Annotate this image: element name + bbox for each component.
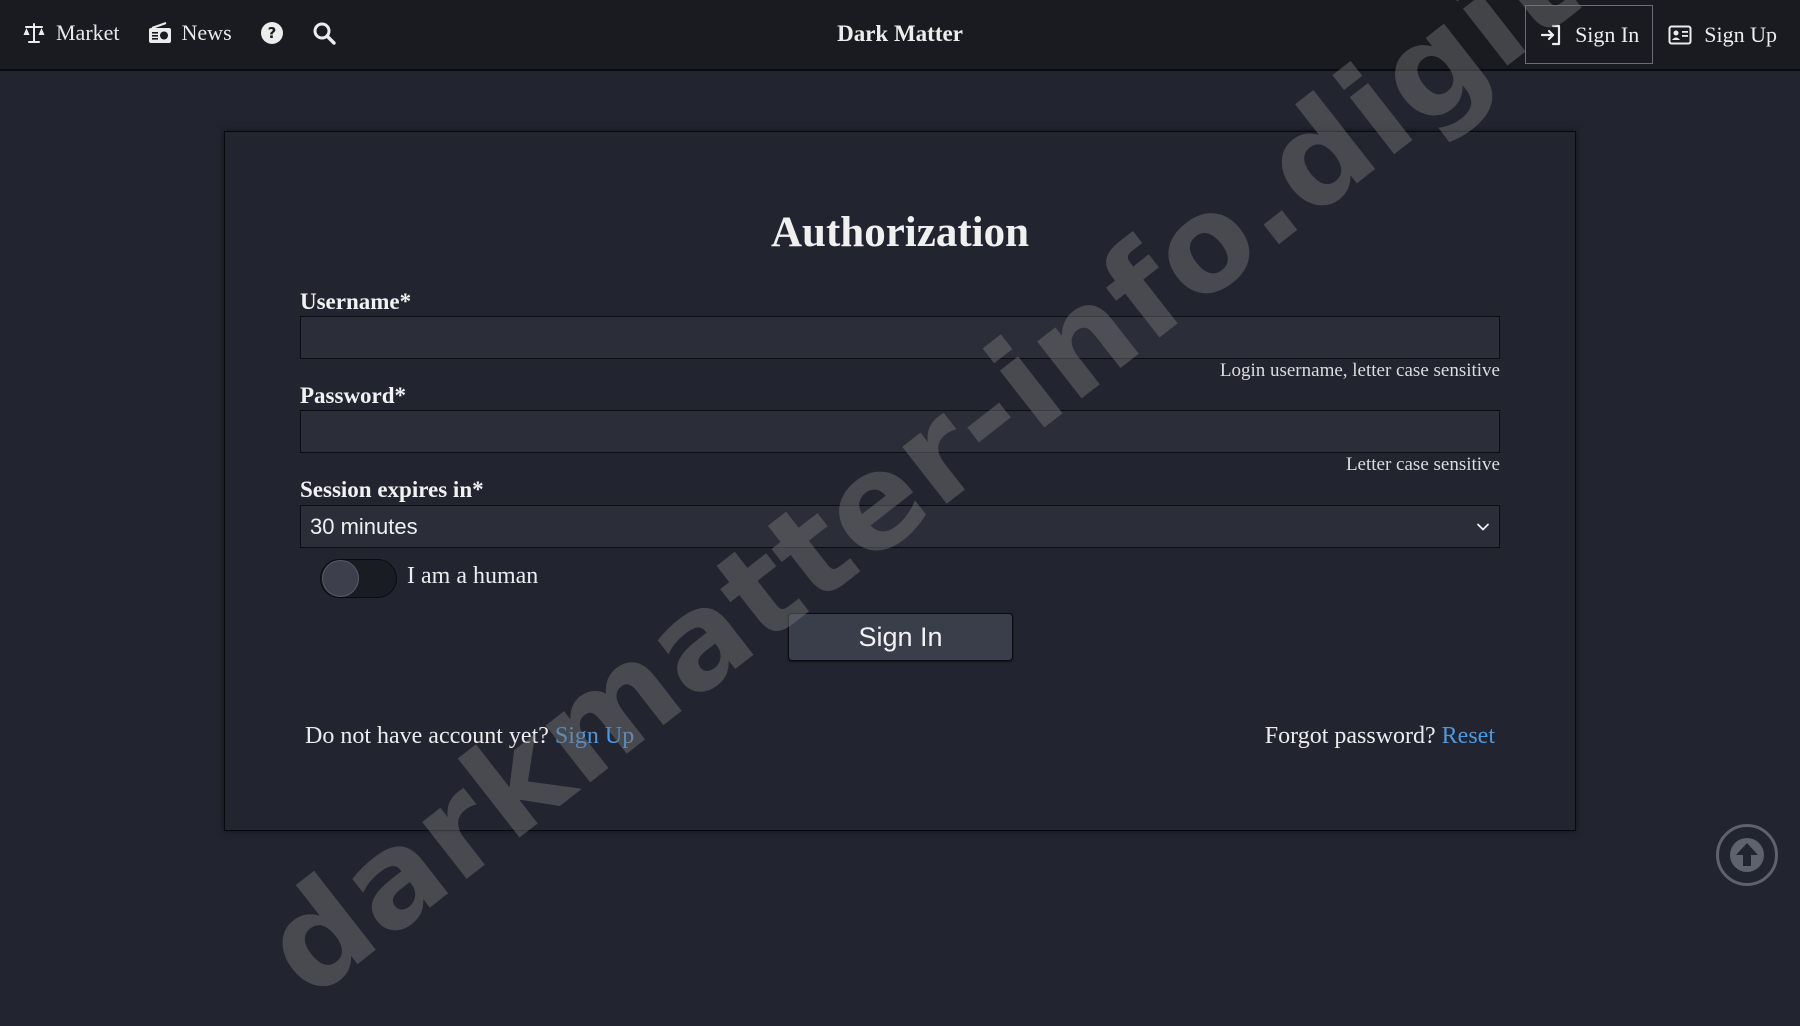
svg-text:?: ? (267, 24, 276, 42)
password-input[interactable] (300, 410, 1500, 453)
page-title: Authorization (771, 209, 1029, 256)
password-hint: Letter case sensitive (1345, 454, 1500, 475)
human-toggle[interactable] (320, 559, 397, 598)
nav-item-market[interactable]: Market (22, 20, 120, 46)
session-label: Session expires in* (300, 477, 484, 502)
nav-sign-up-label: Sign Up (1704, 21, 1777, 47)
nav-item-label: Market (56, 20, 120, 45)
no-account-text: Do not have account yet? (305, 723, 549, 749)
sign-in-submit-button[interactable]: Sign In (788, 613, 1013, 661)
session-select[interactable]: 30 minutes (300, 505, 1500, 548)
username-hint: Login username, letter case sensitive (1219, 360, 1500, 381)
radio-icon (148, 22, 171, 43)
username-label: Username* (300, 289, 412, 314)
nav-sign-in-button[interactable]: Sign In (1525, 5, 1654, 64)
toggle-knob (322, 560, 359, 597)
nav-item-news[interactable]: News (148, 20, 232, 46)
chevron-down-icon (1477, 523, 1489, 530)
sign-in-icon (1540, 24, 1561, 45)
username-input[interactable] (300, 316, 1500, 359)
nav-item-label: News (181, 20, 232, 45)
id-card-icon (1668, 25, 1692, 44)
reset-prompt: Forgot password? Reset (1265, 723, 1495, 750)
session-selected-value: 30 minutes (310, 513, 418, 539)
scroll-to-top-button[interactable] (1716, 824, 1778, 886)
reset-link[interactable]: Reset (1442, 723, 1495, 749)
password-label: Password* (300, 383, 407, 408)
signup-link[interactable]: Sign Up (555, 723, 634, 749)
forgot-password-text: Forgot password? (1264, 723, 1436, 749)
search-icon (313, 22, 336, 45)
signup-prompt: Do not have account yet? Sign Up (305, 723, 634, 750)
top-navbar: Market News ? Dark Matter Sign In Sign U… (0, 0, 1800, 71)
nav-sign-up-button[interactable]: Sign Up (1655, 5, 1790, 64)
help-button[interactable]: ? (260, 21, 284, 45)
nav-left: Market News ? (22, 0, 364, 66)
question-circle-icon: ? (260, 22, 283, 44)
nav-right: Sign In Sign Up (1525, 5, 1790, 64)
scale-icon (23, 23, 45, 43)
nav-sign-in-label: Sign In (1575, 21, 1640, 47)
search-button[interactable] (312, 21, 336, 45)
arrow-up-icon (1730, 838, 1764, 872)
human-toggle-label: I am a human (407, 563, 539, 589)
